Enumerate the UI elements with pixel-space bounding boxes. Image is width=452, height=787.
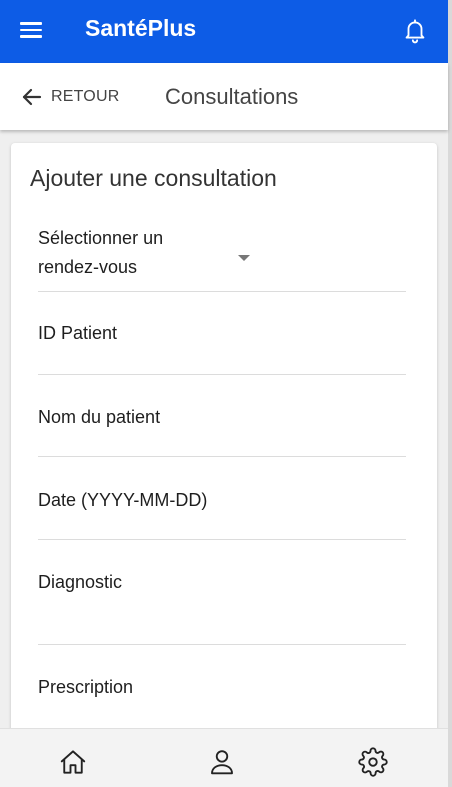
home-icon[interactable]: [58, 747, 88, 777]
profile-icon[interactable]: [207, 747, 237, 777]
appointment-select[interactable]: Sélectionner un rendez-vous: [38, 224, 406, 292]
settings-icon[interactable]: [358, 747, 388, 777]
bell-icon[interactable]: [402, 16, 428, 44]
sub-header: RETOUR Consultations: [0, 63, 448, 130]
prescription-field[interactable]: Prescription: [38, 645, 406, 728]
date-field[interactable]: Date (YYYY-MM-DD): [38, 457, 406, 540]
app-bar: SantéPlus: [0, 0, 448, 63]
menu-icon[interactable]: [20, 20, 44, 40]
dropdown-arrow-icon: [238, 255, 250, 261]
date-label: Date (YYYY-MM-DD): [38, 490, 208, 510]
prescription-label: Prescription: [38, 677, 134, 697]
diagnostic-label: Diagnostic: [38, 572, 123, 592]
patient-id-label: ID Patient: [38, 323, 118, 343]
page-title: Consultations: [165, 84, 299, 109]
diagnostic-field[interactable]: Diagnostic: [38, 540, 406, 645]
patient-id-field[interactable]: ID Patient: [38, 292, 406, 375]
patient-name-field[interactable]: Nom du patient: [38, 375, 406, 457]
back-label: RETOUR: [51, 88, 120, 105]
app-brand: SantéPlus: [85, 15, 197, 41]
arrow-left-icon: [22, 88, 42, 106]
back-button[interactable]: RETOUR: [20, 85, 119, 109]
bottom-navigation: [0, 728, 448, 787]
form-title: Ajouter une consultation: [30, 165, 277, 191]
appointment-select-label: Sélectionner un rendez-vous: [38, 228, 164, 277]
patient-name-label: Nom du patient: [38, 407, 161, 427]
window-edge: [448, 0, 452, 787]
